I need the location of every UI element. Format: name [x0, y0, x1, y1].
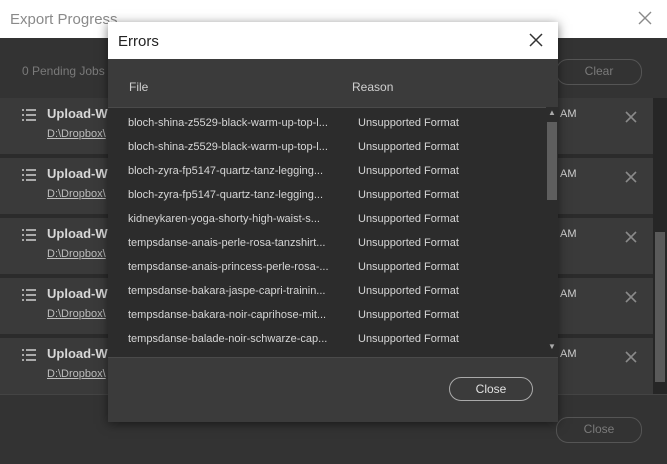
- file-cell: tempsdanse-anais-princess-perle-rosa-...: [128, 261, 329, 273]
- close-button[interactable]: Close: [449, 377, 533, 401]
- list-icon: [22, 289, 36, 301]
- chevron-down-icon[interactable]: ▼: [546, 342, 558, 352]
- errors-title: Errors: [118, 33, 159, 50]
- close-icon[interactable]: [636, 9, 654, 27]
- table-row[interactable]: tempsdanse-balade-noir-schwarze-cap... U…: [108, 327, 544, 351]
- job-title: Upload-WI: [47, 346, 112, 361]
- errors-dialog: Errors File Reason bloch-shina-z5529-bla…: [108, 22, 558, 422]
- job-time: AM: [560, 168, 577, 180]
- export-progress-title: Export Progress: [10, 11, 118, 28]
- list-icon: [22, 109, 36, 121]
- file-cell: bloch-shina-z5529-black-warm-up-top-l...: [128, 141, 328, 153]
- table-row[interactable]: bloch-shina-z5529-black-warm-up-top-l...…: [108, 111, 544, 135]
- job-title: Upload-WI: [47, 226, 112, 241]
- table-row[interactable]: bloch-zyra-fp5147-quartz-tanz-legging...…: [108, 183, 544, 207]
- errors-titlebar: [108, 22, 558, 59]
- table-row[interactable]: tempsdanse-bakara-jaspe-capri-trainin...…: [108, 279, 544, 303]
- x-icon[interactable]: [624, 110, 638, 124]
- clear-button[interactable]: Clear: [556, 59, 642, 85]
- reason-cell: Unsupported Format: [358, 261, 459, 273]
- job-title: Upload-WI: [47, 286, 112, 301]
- errors-table-body: bloch-shina-z5529-black-warm-up-top-l...…: [108, 107, 558, 358]
- x-icon[interactable]: [624, 290, 638, 304]
- x-icon[interactable]: [624, 170, 638, 184]
- file-cell: bloch-zyra-fp5147-quartz-tanz-legging...: [128, 189, 324, 201]
- table-row[interactable]: tempsdanse-anais-princess-perle-rosa-...…: [108, 255, 544, 279]
- table-row[interactable]: bloch-zyra-fp5147-quartz-tanz-legging...…: [108, 159, 544, 183]
- x-icon[interactable]: [624, 350, 638, 364]
- job-path-link[interactable]: D:\Dropbox\: [47, 308, 106, 320]
- file-cell: tempsdanse-balade-noir-schwarze-cap...: [128, 333, 328, 345]
- reason-cell: Unsupported Format: [358, 117, 459, 129]
- reason-cell: Unsupported Format: [358, 237, 459, 249]
- reason-cell: Unsupported Format: [358, 285, 459, 297]
- list-icon: [22, 349, 36, 361]
- pending-jobs-label: 0 Pending Jobs: [22, 64, 105, 78]
- close-button[interactable]: Close: [556, 417, 642, 443]
- errors-table-header: [108, 59, 558, 107]
- file-cell: tempsdanse-bakara-noir-caprihose-mit...: [128, 309, 327, 321]
- reason-cell: Unsupported Format: [358, 309, 459, 321]
- file-cell: bloch-zyra-fp5147-quartz-tanz-legging...: [128, 165, 324, 177]
- job-list-scroll-thumb[interactable]: [655, 232, 665, 382]
- file-cell: tempsdanse-bakara-jaspe-capri-trainin...: [128, 285, 326, 297]
- reason-cell: Unsupported Format: [358, 189, 459, 201]
- file-cell: kidneykaren-yoga-shorty-high-waist-s...: [128, 213, 320, 225]
- job-time: AM: [560, 288, 577, 300]
- file-cell: bloch-shina-z5529-black-warm-up-top-l...: [128, 117, 328, 129]
- file-cell: tempsdanse-anais-perle-rosa-tanzshirt...: [128, 237, 326, 249]
- reason-cell: Unsupported Format: [358, 333, 459, 345]
- table-row[interactable]: tempsdanse-anais-perle-rosa-tanzshirt...…: [108, 231, 544, 255]
- reason-cell: Unsupported Format: [358, 165, 459, 177]
- job-path-link[interactable]: D:\Dropbox\: [47, 188, 106, 200]
- list-icon: [22, 169, 36, 181]
- job-time: AM: [560, 348, 577, 360]
- job-path-link[interactable]: D:\Dropbox\: [47, 368, 106, 380]
- job-path-link[interactable]: D:\Dropbox\: [47, 128, 106, 140]
- table-row[interactable]: kidneykaren-yoga-shorty-high-waist-s... …: [108, 207, 544, 231]
- column-header-file[interactable]: File: [129, 80, 148, 94]
- job-title: Upload-WI: [47, 166, 112, 181]
- job-time: AM: [560, 228, 577, 240]
- reason-cell: Unsupported Format: [358, 213, 459, 225]
- table-row[interactable]: bloch-shina-z5529-black-warm-up-top-l...…: [108, 135, 544, 159]
- chevron-up-icon[interactable]: ▲: [546, 108, 558, 118]
- errors-scroll-thumb[interactable]: [547, 122, 557, 200]
- job-title: Upload-WI: [47, 106, 112, 121]
- table-row[interactable]: tempsdanse-bakara-noir-caprihose-mit... …: [108, 303, 544, 327]
- job-path-link[interactable]: D:\Dropbox\: [47, 248, 106, 260]
- column-header-reason[interactable]: Reason: [352, 80, 393, 94]
- reason-cell: Unsupported Format: [358, 141, 459, 153]
- job-time: AM: [560, 108, 577, 120]
- close-icon[interactable]: [528, 32, 544, 48]
- x-icon[interactable]: [624, 230, 638, 244]
- list-icon: [22, 229, 36, 241]
